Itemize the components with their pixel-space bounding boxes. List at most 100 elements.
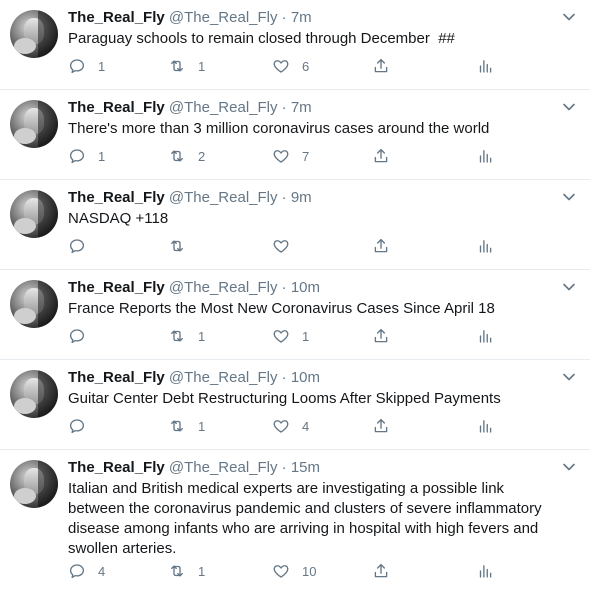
timestamp[interactable]: 9m xyxy=(291,189,312,206)
share-button[interactable] xyxy=(372,326,390,346)
analytics-button[interactable] xyxy=(476,56,494,76)
chevron-down-icon[interactable] xyxy=(562,190,576,204)
reply-count: 1 xyxy=(98,58,106,74)
avatar[interactable] xyxy=(10,190,58,238)
chevron-down-icon[interactable] xyxy=(562,370,576,384)
chevron-down-icon[interactable] xyxy=(562,10,576,24)
separator-dot: · xyxy=(281,369,287,386)
tweet-content: The_Real_Fly @The_Real_Fly · 7m There's … xyxy=(68,98,560,139)
retweet-count: 1 xyxy=(198,563,206,579)
analytics-button[interactable] xyxy=(476,236,494,256)
like-button[interactable]: 6 xyxy=(272,56,309,76)
display-name[interactable]: The_Real_Fly xyxy=(68,279,165,296)
reply-icon xyxy=(69,59,85,74)
user-handle[interactable]: @The_Real_Fly xyxy=(169,459,278,476)
user-handle[interactable]: @The_Real_Fly xyxy=(169,99,278,116)
share-button[interactable] xyxy=(372,561,390,581)
tweet-actions: 1 1 6 xyxy=(68,56,498,76)
retweet-button[interactable]: 1 xyxy=(168,56,205,76)
timestamp[interactable]: 10m xyxy=(291,369,320,386)
avatar[interactable] xyxy=(10,100,58,148)
reply-button[interactable] xyxy=(68,326,98,346)
share-button[interactable] xyxy=(372,56,390,76)
tweet-text: France Reports the Most New Coronavirus … xyxy=(68,300,495,317)
analytics-button[interactable] xyxy=(476,561,494,581)
tweet-actions: 1 1 xyxy=(68,326,498,346)
analytics-button[interactable] xyxy=(476,416,494,436)
analytics-button[interactable] xyxy=(476,146,494,166)
share-button[interactable] xyxy=(372,416,390,436)
retweet-count: 1 xyxy=(198,328,206,344)
tweet-content: The_Real_Fly @The_Real_Fly · 9m NASDAQ +… xyxy=(68,188,560,229)
timestamp[interactable]: 7m xyxy=(291,99,312,116)
analytics-icon xyxy=(479,60,492,73)
separator-dot: · xyxy=(281,99,287,116)
reply-icon xyxy=(69,419,85,434)
tweet[interactable]: The_Real_Fly @The_Real_Fly · 10m France … xyxy=(0,270,590,360)
user-handle[interactable]: @The_Real_Fly xyxy=(169,369,278,386)
tweet[interactable]: The_Real_Fly @The_Real_Fly · 7m There's … xyxy=(0,90,590,180)
retweet-button[interactable]: 1 xyxy=(168,561,205,581)
reply-button[interactable] xyxy=(68,416,98,436)
user-handle[interactable]: @The_Real_Fly xyxy=(169,189,278,206)
tweet-actions: 4 1 10 xyxy=(68,561,498,581)
like-count: 6 xyxy=(302,58,310,74)
separator-dot: · xyxy=(281,9,287,26)
tweet[interactable]: The_Real_Fly @The_Real_Fly · 9m NASDAQ +… xyxy=(0,180,590,270)
separator-dot: · xyxy=(281,279,287,296)
retweet-button[interactable]: 2 xyxy=(168,146,205,166)
analytics-button[interactable] xyxy=(476,326,494,346)
avatar[interactable] xyxy=(10,460,58,508)
tweet[interactable]: The_Real_Fly @The_Real_Fly · 15m Italian… xyxy=(0,450,590,590)
display-name[interactable]: The_Real_Fly xyxy=(68,459,165,476)
display-name[interactable]: The_Real_Fly xyxy=(68,189,165,206)
chevron-down-icon[interactable] xyxy=(562,460,576,474)
tweet-text: Guitar Center Debt Restructuring Looms A… xyxy=(68,390,501,407)
timestamp[interactable]: 10m xyxy=(291,279,320,296)
retweet-button[interactable] xyxy=(168,236,198,256)
like-button[interactable] xyxy=(272,236,302,256)
display-name[interactable]: The_Real_Fly xyxy=(68,9,165,26)
display-name[interactable]: The_Real_Fly xyxy=(68,99,165,116)
display-name[interactable]: The_Real_Fly xyxy=(68,369,165,386)
timestamp[interactable]: 15m xyxy=(291,459,320,476)
reply-count: 1 xyxy=(98,148,106,164)
like-button[interactable]: 7 xyxy=(272,146,309,166)
chevron-down-icon[interactable] xyxy=(562,280,576,294)
user-handle[interactable]: @The_Real_Fly xyxy=(169,9,278,26)
avatar[interactable] xyxy=(10,370,58,418)
share-icon xyxy=(374,418,388,433)
user-handle[interactable]: @The_Real_Fly xyxy=(169,279,278,296)
reply-icon xyxy=(69,149,85,164)
avatar[interactable] xyxy=(10,10,58,58)
tweet[interactable]: The_Real_Fly @The_Real_Fly · 10m Guitar … xyxy=(0,360,590,450)
retweet-button[interactable]: 1 xyxy=(168,416,205,436)
reply-button[interactable]: 4 xyxy=(68,561,105,581)
retweet-icon xyxy=(171,60,183,72)
like-button[interactable]: 4 xyxy=(272,416,309,436)
heart-icon xyxy=(273,60,289,73)
heart-icon xyxy=(273,420,289,433)
reply-button[interactable]: 1 xyxy=(68,146,105,166)
like-button[interactable]: 1 xyxy=(272,326,309,346)
reply-count: 4 xyxy=(98,563,106,579)
analytics-icon xyxy=(479,240,492,253)
retweet-icon xyxy=(171,330,183,342)
tweet-content: The_Real_Fly @The_Real_Fly · 10m Guitar … xyxy=(68,368,560,409)
share-button[interactable] xyxy=(372,146,390,166)
timestamp[interactable]: 7m xyxy=(291,9,312,26)
chevron-down-icon[interactable] xyxy=(562,100,576,114)
tweet-text: Italian and British medical experts are … xyxy=(68,480,542,557)
retweet-count: 2 xyxy=(198,148,206,164)
tweet-feed: The_Real_Fly @The_Real_Fly · 7m Paraguay… xyxy=(0,0,590,590)
share-button[interactable] xyxy=(372,236,390,256)
avatar[interactable] xyxy=(10,280,58,328)
like-button[interactable]: 10 xyxy=(272,561,316,581)
reply-button[interactable] xyxy=(68,236,98,256)
separator-dot: · xyxy=(281,189,287,206)
retweet-button[interactable]: 1 xyxy=(168,326,205,346)
tweet-header: The_Real_Fly @The_Real_Fly · 10m xyxy=(68,278,560,298)
tweet[interactable]: The_Real_Fly @The_Real_Fly · 7m Paraguay… xyxy=(0,0,590,90)
like-count: 10 xyxy=(302,563,317,579)
reply-button[interactable]: 1 xyxy=(68,56,105,76)
